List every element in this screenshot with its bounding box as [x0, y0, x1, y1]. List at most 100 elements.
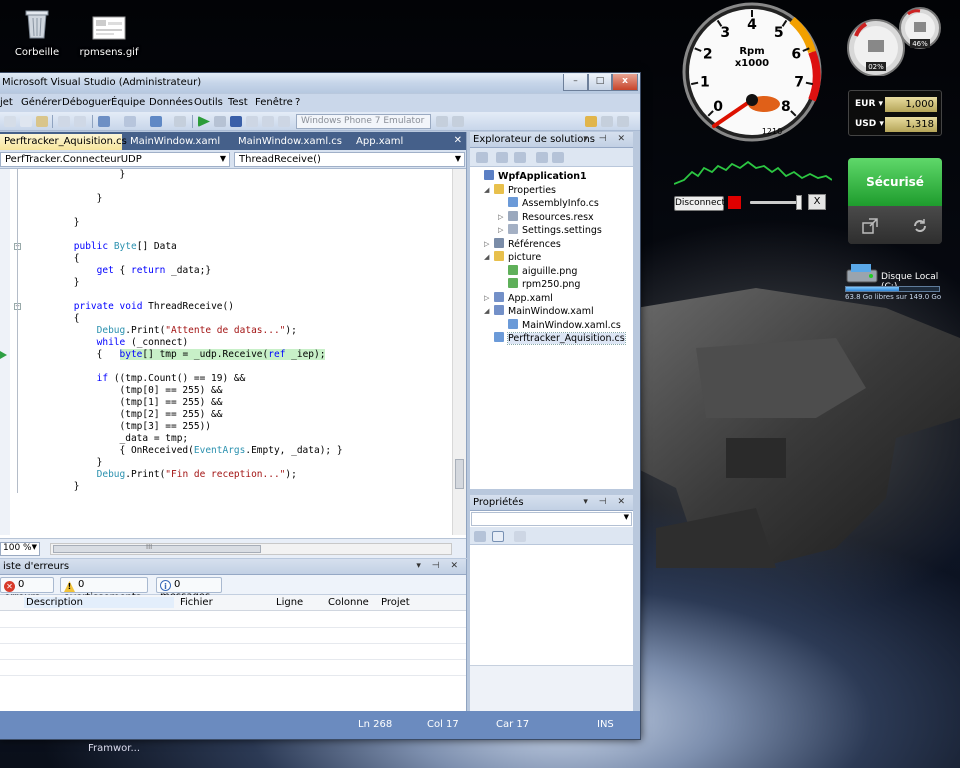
refresh-icon[interactable]: [514, 152, 526, 163]
close-window-button[interactable]: x: [612, 74, 638, 91]
class-diagram-icon[interactable]: [552, 152, 564, 163]
security-status[interactable]: Sécurisé: [848, 158, 942, 206]
pause-icon[interactable]: [214, 116, 226, 127]
undo-icon[interactable]: [98, 116, 110, 127]
property-pages-icon[interactable]: [514, 531, 526, 542]
tree-item[interactable]: ▷ Resources.resx: [498, 210, 594, 224]
tab-app-xaml[interactable]: App.xaml: [352, 134, 422, 150]
currency-row-usd[interactable]: USD ▾ 1,318: [853, 116, 939, 133]
view-code-icon[interactable]: [536, 152, 548, 163]
step-out-icon[interactable]: [278, 116, 290, 127]
cut-icon[interactable]: [4, 116, 16, 127]
column-ligne[interactable]: Ligne: [276, 597, 303, 608]
solution-explorer-icon[interactable]: [452, 116, 464, 127]
taskbar-item[interactable]: Framwor...: [88, 743, 140, 754]
recycle-bin-icon[interactable]: Corbeille: [2, 6, 72, 58]
menu-fenetre[interactable]: Fenêtre: [255, 97, 293, 108]
tree-item[interactable]: ◢ MainWindow.xaml: [484, 305, 594, 318]
alphabetical-icon[interactable]: [492, 531, 504, 542]
paste-icon[interactable]: [36, 116, 48, 127]
expand-toggle-icon[interactable]: ◢: [484, 307, 489, 315]
scroll-thumb[interactable]: [455, 459, 464, 489]
find-icon[interactable]: [174, 116, 186, 127]
menu-outils[interactable]: Outils: [194, 97, 223, 108]
show-all-files-icon[interactable]: [496, 152, 508, 163]
column-description[interactable]: Description: [24, 597, 174, 608]
menu-deboguer[interactable]: Déboguer: [62, 97, 111, 108]
object-browser-icon[interactable]: [617, 116, 629, 127]
tab-perftracker-aquisition[interactable]: Perftracker_Aquisition.cs: [0, 134, 127, 150]
maximize-button[interactable]: □: [588, 74, 612, 91]
step-into-icon[interactable]: [246, 116, 258, 127]
tree-item[interactable]: Perftracker_Aquisition.cs: [494, 332, 626, 345]
menu-equipe[interactable]: Équipe: [111, 97, 145, 108]
zoom-select[interactable]: 100 % ▼: [0, 542, 40, 556]
menu-generer[interactable]: Générer: [21, 97, 62, 108]
messages-filter-button[interactable]: i0 messages: [156, 577, 222, 602]
member-select[interactable]: ThreadReceive() ▼: [234, 152, 465, 167]
menu-projet[interactable]: jet: [0, 97, 13, 108]
comment-icon[interactable]: [58, 116, 70, 127]
close-tab-icon[interactable]: ✕: [454, 135, 462, 146]
start-debugging-icon[interactable]: [198, 116, 210, 127]
step-over-icon[interactable]: [262, 116, 274, 127]
tree-item[interactable]: ◢ picture: [484, 251, 541, 264]
expand-toggle-icon[interactable]: ▷: [484, 294, 489, 302]
tab-mainwindow-xaml[interactable]: MainWindow.xaml: [126, 134, 226, 150]
tree-item[interactable]: ▷ Settings.settings: [498, 224, 602, 237]
close-gadget-button[interactable]: X: [808, 194, 826, 210]
window-titlebar[interactable]: Microsoft Visual Studio (Administrateur)…: [0, 73, 640, 93]
refresh-icon[interactable]: [912, 218, 928, 234]
tree-item[interactable]: rpm250.png: [508, 278, 580, 291]
toolbox-icon[interactable]: [585, 116, 597, 127]
target-device-select[interactable]: Windows Phone 7 Emulator: [296, 114, 431, 129]
properties-icon[interactable]: [601, 116, 613, 127]
properties-view-icon[interactable]: [476, 152, 488, 163]
tab-mainwindow-xaml-cs[interactable]: MainWindow.xaml.cs: [234, 134, 346, 150]
stop-icon[interactable]: [230, 116, 242, 127]
uncomment-icon[interactable]: [74, 116, 86, 127]
categorized-icon[interactable]: [474, 531, 486, 542]
expand-toggle-icon[interactable]: ▷: [498, 226, 503, 234]
errors-filter-button[interactable]: ✕0 erreurs: [0, 577, 54, 603]
warnings-filter-button[interactable]: !0 avertissements: [60, 577, 148, 603]
minimize-button[interactable]: –: [563, 74, 588, 91]
tree-item[interactable]: WpfApplication1: [484, 170, 587, 183]
expand-toggle-icon[interactable]: ◢: [484, 253, 489, 261]
horizontal-scrollbar[interactable]: III: [50, 543, 452, 555]
open-external-icon[interactable]: [862, 218, 878, 234]
tree-item[interactable]: MainWindow.xaml.cs: [508, 318, 621, 332]
panel-buttons[interactable]: ▾ ⊣ ✕: [583, 134, 629, 144]
expand-toggle-icon[interactable]: ◢: [484, 186, 489, 194]
menu-test[interactable]: Test: [228, 97, 248, 108]
column-fichier[interactable]: Fichier: [180, 597, 213, 608]
slider-track[interactable]: [750, 201, 802, 204]
column-projet[interactable]: Projet: [381, 597, 410, 608]
tree-item[interactable]: ▷ App.xaml: [484, 291, 553, 305]
panel-buttons[interactable]: ▾ ⊣ ✕: [583, 497, 629, 507]
tree-item[interactable]: ▷ Références: [484, 237, 561, 251]
menu-donnees[interactable]: Données: [149, 97, 193, 108]
slider-thumb[interactable]: [796, 195, 802, 210]
tree-item[interactable]: ◢ Properties: [484, 183, 556, 197]
find-in-files-icon[interactable]: [436, 116, 448, 127]
expand-toggle-icon[interactable]: ▷: [498, 213, 503, 221]
navigate-icon[interactable]: [150, 116, 162, 127]
vertical-scrollbar[interactable]: [452, 169, 466, 535]
panel-buttons[interactable]: ▾ ⊣ ✕: [416, 561, 462, 571]
disconnect-button[interactable]: Disconnect: [674, 196, 725, 211]
gif-file-icon[interactable]: rpmsens.gif: [74, 16, 144, 58]
object-select[interactable]: ▼: [471, 512, 632, 526]
currency-row-eur[interactable]: EUR ▾ 1,000: [853, 96, 939, 113]
menu-help[interactable]: ?: [295, 97, 300, 108]
tree-item[interactable]: aiguille.png: [508, 264, 577, 278]
code-area[interactable]: } } } public Byte[] Data− { get { return…: [0, 169, 452, 535]
redo-icon[interactable]: [124, 116, 136, 127]
column-colonne[interactable]: Colonne: [328, 597, 369, 608]
expand-toggle-icon[interactable]: ▷: [484, 240, 489, 248]
copy-icon[interactable]: [20, 116, 32, 127]
scroll-thumb[interactable]: III: [53, 543, 261, 553]
type-select[interactable]: PerfTracker.ConnecteurUDP ▼: [0, 152, 230, 167]
tree-item[interactable]: AssemblyInfo.cs: [508, 197, 599, 210]
memory-percent: 46%: [912, 40, 928, 48]
